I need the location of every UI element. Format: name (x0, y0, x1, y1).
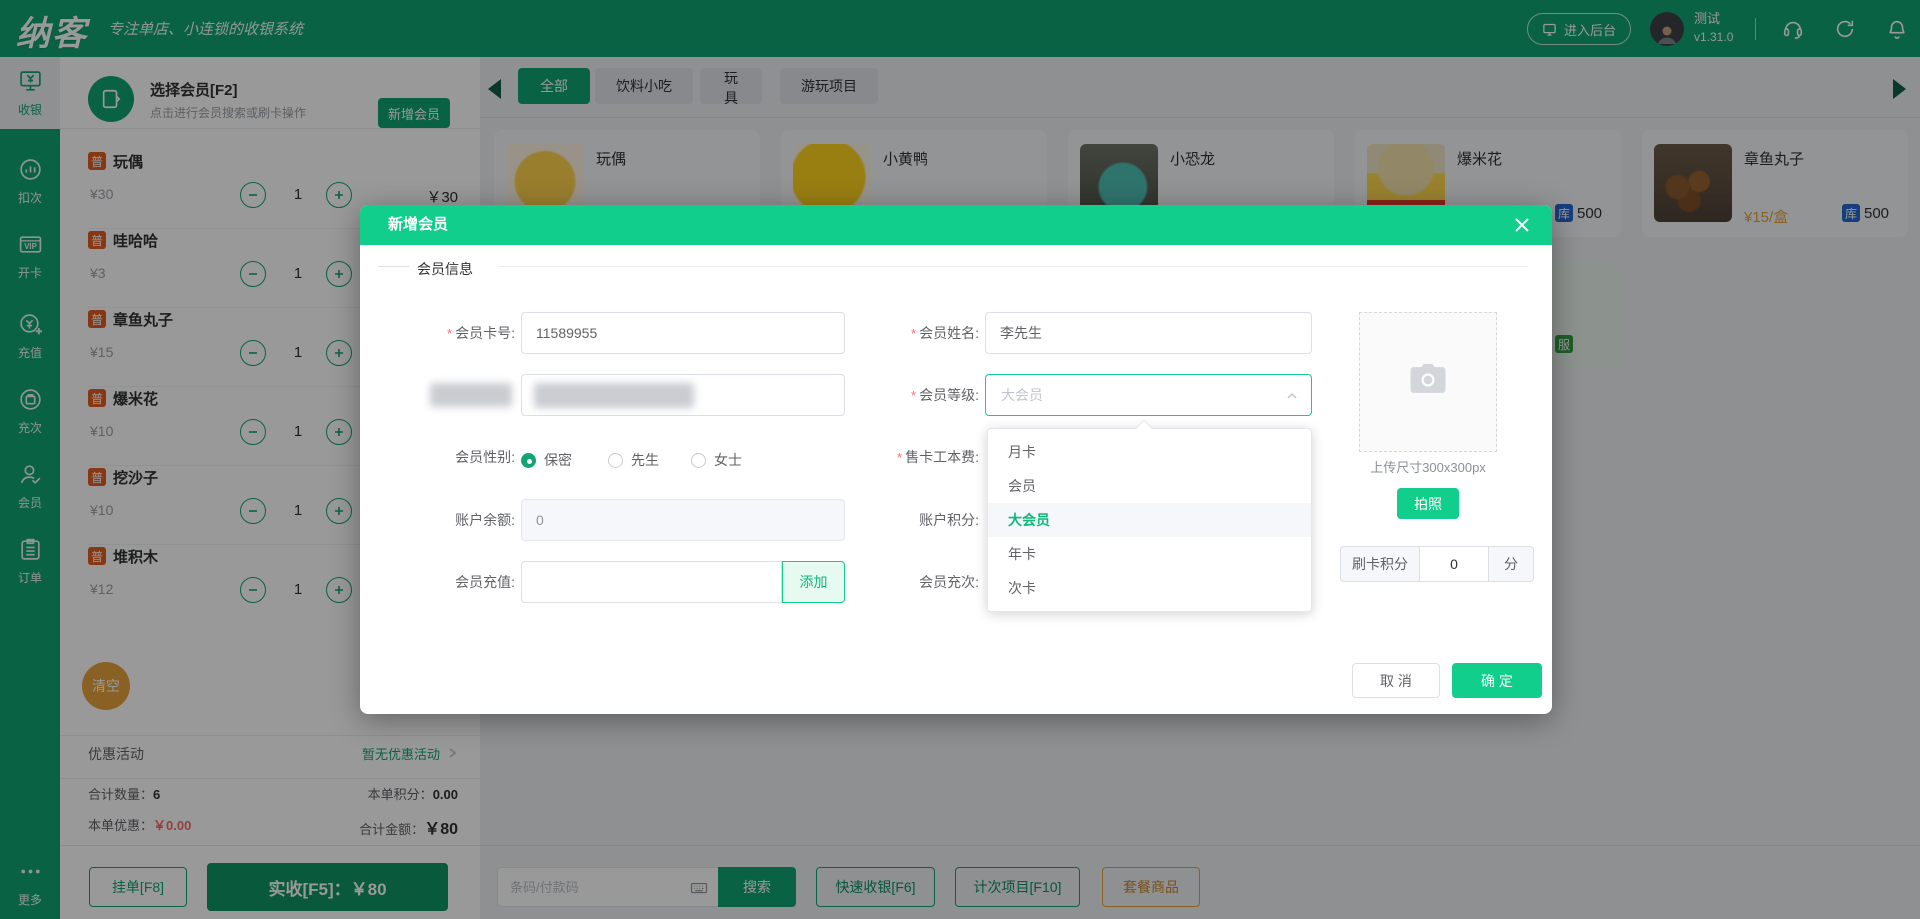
member-level-value: 大会员 (1001, 375, 1043, 415)
level-option-big-member[interactable]: 大会员 (988, 503, 1311, 537)
gender-radio-male[interactable]: 先生 (608, 450, 659, 470)
account-points-label: 账户积分: (844, 499, 979, 541)
radio-dot (521, 453, 536, 468)
pos-app: 纳客 专注单店、小连锁的收银系统 进入后台 测试 v1.31.0 收 (0, 0, 1920, 919)
level-option-year-card[interactable]: 年卡 (988, 537, 1311, 571)
redacted-value (534, 383, 694, 408)
radio-label: 女士 (714, 450, 742, 470)
swipe-points-value[interactable]: 0 (1419, 547, 1489, 581)
member-level-select[interactable]: 大会员 (985, 374, 1312, 416)
gender-radio-secret[interactable]: 保密 (521, 450, 572, 470)
balance-label: 账户余额: (380, 499, 515, 541)
recharge-count-label: 会员充次: (844, 561, 979, 603)
photo-size-hint: 上传尺寸300x300px (1320, 457, 1536, 476)
radio-dot (608, 453, 623, 468)
balance-input (521, 499, 845, 541)
gender-label: 会员性别: (380, 436, 515, 478)
swipe-points-unit: 分 (1489, 547, 1533, 581)
recharge-label: 会员充值: (380, 561, 515, 603)
chevron-up-icon (1285, 389, 1299, 403)
take-photo-button[interactable]: 拍照 (1397, 488, 1459, 519)
add-member-modal: 新增会员 会员信息 会员卡号: 会员姓名: 会员等级: 大会员 会员性别: (360, 205, 1552, 714)
member-name-label: 会员姓名: (844, 312, 979, 355)
radio-label: 保密 (544, 450, 572, 470)
section-divider (498, 266, 1528, 267)
cancel-button[interactable]: 取 消 (1352, 663, 1440, 698)
radio-dot (691, 453, 706, 468)
modal-header: 新增会员 (360, 205, 1552, 245)
redacted-label (430, 383, 512, 407)
section-dash (378, 266, 409, 267)
gender-radio-female[interactable]: 女士 (691, 450, 742, 470)
card-fee-label: 售卡工本费: (844, 436, 979, 479)
section-title: 会员信息 (417, 259, 473, 279)
camera-icon (1406, 358, 1450, 407)
photo-upload-box[interactable] (1359, 312, 1497, 452)
radio-label: 先生 (631, 450, 659, 470)
card-no-label: 会员卡号: (380, 312, 515, 355)
level-option-count-card[interactable]: 次卡 (988, 571, 1311, 605)
recharge-add-button[interactable]: 添加 (782, 561, 845, 603)
member-name-input[interactable] (985, 312, 1312, 354)
modal-title: 新增会员 (388, 205, 448, 245)
member-level-label: 会员等级: (844, 374, 979, 417)
level-option-member[interactable]: 会员 (988, 469, 1311, 503)
recharge-input[interactable] (521, 561, 782, 603)
redacted-input[interactable] (521, 374, 845, 416)
confirm-button[interactable]: 确 定 (1452, 663, 1542, 698)
swipe-points-label: 刷卡积分 (1341, 547, 1419, 581)
card-no-input[interactable] (521, 312, 845, 354)
member-level-dropdown: 月卡 会员 大会员 年卡 次卡 (987, 428, 1312, 612)
close-icon[interactable] (1510, 213, 1534, 237)
swipe-points-group: 刷卡积分 0 分 (1340, 546, 1534, 582)
level-option-month-card[interactable]: 月卡 (988, 435, 1311, 469)
